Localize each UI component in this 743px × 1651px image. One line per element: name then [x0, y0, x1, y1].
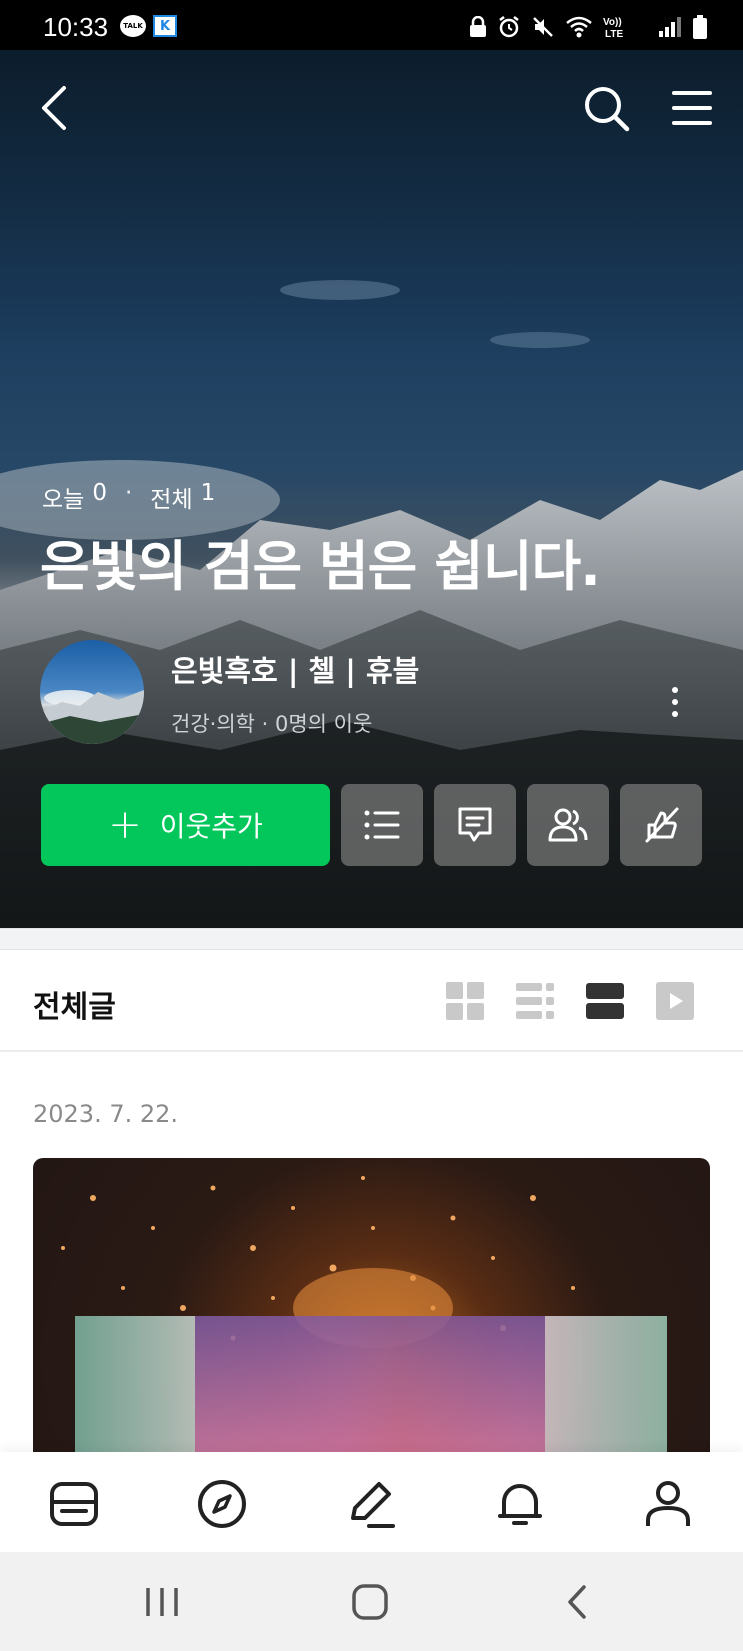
system-nav-bar [0, 1552, 743, 1651]
kakaotalk-icon: TALK [120, 15, 146, 37]
lock-icon [470, 16, 486, 37]
section-divider [0, 928, 743, 950]
wifi-icon [566, 16, 592, 38]
more-dot-icon [672, 687, 678, 693]
neighbors-icon [548, 808, 588, 842]
today-count: 0 [92, 480, 107, 506]
feed-icon[interactable] [48, 1478, 100, 1530]
bottom-tab-bar [0, 1452, 743, 1552]
battery-icon [693, 15, 707, 39]
home-icon[interactable] [350, 1582, 390, 1622]
signal-icon [659, 17, 681, 37]
add-neighbor-label: 이웃추가 [159, 810, 263, 843]
recent-apps-icon[interactable] [142, 1582, 182, 1622]
volte-icon: Vo))LTE [603, 17, 623, 40]
avatar-mountain-image [40, 690, 144, 744]
system-icons: Vo)) LTE [469, 14, 707, 40]
blog-category-neighbors: 건강·의학 · 0명의 이웃 [171, 712, 373, 736]
card-view-icon[interactable] [586, 982, 624, 1020]
comment-icon [458, 807, 492, 842]
total-label: 전체 [150, 487, 193, 513]
profile-avatar[interactable] [40, 640, 144, 744]
alarm-icon [499, 16, 519, 38]
sympathy-off-icon [645, 807, 679, 843]
stats-separator: · [124, 480, 133, 506]
menu-button[interactable] [670, 88, 714, 128]
post-list-header: 전체글 [0, 950, 743, 1052]
add-neighbor-button[interactable]: + 이웃추가 [41, 784, 330, 866]
visitor-stats: 오늘 0 · 전체 1 [42, 480, 215, 514]
guestbook-button[interactable] [434, 784, 516, 866]
more-dot-icon [672, 711, 678, 717]
today-label: 오늘 [42, 487, 85, 513]
status-bar: 10:33 TALK K Vo)) LTE [0, 0, 743, 50]
video-view-icon[interactable] [656, 982, 694, 1020]
svg-text:Vo)): Vo)) [603, 17, 622, 28]
back-button[interactable] [34, 80, 74, 136]
back-icon[interactable] [558, 1582, 598, 1622]
plus-icon: + [108, 802, 142, 848]
grid-view-icon[interactable] [446, 982, 484, 1020]
blog-title: 은빛의 검은 범은 쉽니다. [40, 535, 601, 598]
svg-text:LTE: LTE [605, 29, 623, 40]
neighbors-button[interactable] [527, 784, 609, 866]
post-list-title: 전체글 [33, 990, 116, 1025]
write-pencil-icon[interactable] [345, 1478, 397, 1530]
profile-icon[interactable] [642, 1478, 694, 1530]
total-count: 1 [200, 480, 216, 506]
post-list-button[interactable] [341, 784, 423, 866]
list-grid-view-icon[interactable] [516, 982, 554, 1020]
mute-icon [533, 17, 553, 37]
notification-bell-icon[interactable] [494, 1478, 546, 1530]
more-dot-icon [672, 699, 678, 705]
sympathy-off-button[interactable] [620, 784, 702, 866]
status-time: 10:33 [43, 12, 109, 42]
search-button[interactable] [582, 84, 632, 134]
k-app-icon: K [153, 15, 177, 37]
discover-compass-icon[interactable] [196, 1478, 248, 1530]
more-options-button[interactable] [664, 684, 686, 724]
post-date: 2023. 7. 22. [33, 1100, 179, 1128]
list-icon [364, 810, 400, 840]
blog-nickname[interactable]: 은빛흑호 | 첼 | 휴블 [171, 648, 419, 690]
